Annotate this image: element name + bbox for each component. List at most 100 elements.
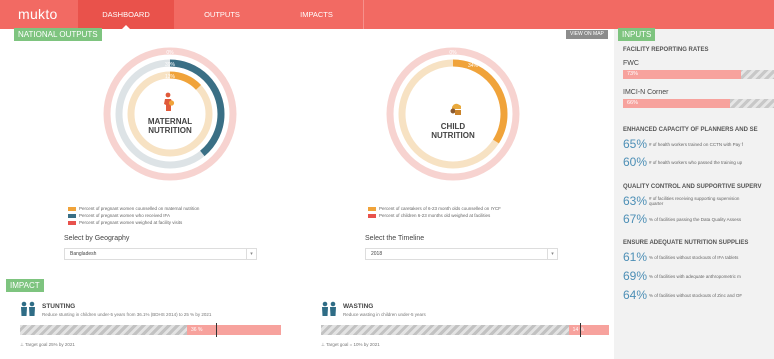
timeline-select-value: 2018 <box>371 251 383 257</box>
children-group-icon <box>322 301 336 316</box>
stunting-description: Reduce stunting in children under-5 year… <box>42 312 212 317</box>
fwc-bar-fill: 73% <box>623 70 742 79</box>
stunting-bar-fill: 36 % <box>187 325 281 335</box>
timeline-select[interactable]: 2018 ▾ <box>365 248 558 260</box>
nav-tab-outputs[interactable]: OUTPUTS <box>174 0 270 29</box>
nav-tab-dashboard-label: DASHBOARD <box>102 10 150 19</box>
legend-label: Percent of pregnant women counselled on … <box>79 206 200 211</box>
maternal-legend-item: Percent of pregnant women weighed at fac… <box>68 220 182 225</box>
geography-select[interactable]: Bangladesh ▾ <box>64 248 257 260</box>
imci-bar-remaining <box>729 99 774 108</box>
quality-metric: 67%% of facilities passing the Data Qual… <box>623 212 741 226</box>
wasting-target-text: Target goal = 10% by 2021 <box>326 342 380 347</box>
wasting-target: ⊥ Target goal = 10% by 2021 <box>321 342 380 347</box>
legend-label: Percent of pregnant women weighed at fac… <box>79 220 183 225</box>
metric-description: % of facilities passing the Data Quality… <box>649 216 742 222</box>
maternal-middle-value: 39% <box>165 62 176 68</box>
metric-percent: 63% <box>623 194 648 208</box>
nav-tab-impacts[interactable]: IMPACTS <box>270 0 363 29</box>
facility-reporting-heading: FACILITY REPORTING RATES <box>623 47 709 53</box>
metric-percent: 67% <box>623 212 648 226</box>
nav-tab-impacts-label: IMPACTS <box>300 10 333 19</box>
maternal-legend-item: Percent of pregnant women who received I… <box>68 213 170 218</box>
wasting-value: 14 % <box>572 327 585 333</box>
legend-swatch-red <box>368 213 376 218</box>
quality-heading: QUALITY CONTROL AND SUPPORTIVE SUPERV <box>623 184 762 190</box>
legend-swatch-orange <box>68 206 76 211</box>
view-on-map-button[interactable]: VIEW ON MAP <box>566 30 608 39</box>
legend-label: Percent of children 6-23 months old weig… <box>379 213 491 218</box>
wasting-bar-fill: 14 % <box>568 325 609 335</box>
metric-percent: 69% <box>623 269 648 283</box>
quality-metric: 63% # of facilities receiving supporting … <box>623 194 739 208</box>
supplies-heading: ENSURE ADEQUATE NUTRITION SUPPLIES <box>623 240 749 246</box>
maternal-nutrition-donut: 0% 39% 13% <box>103 47 237 181</box>
child-outer-value: 0% <box>449 50 457 56</box>
fwc-reporting-bar: 73% <box>623 70 774 79</box>
child-inner-value: 34% <box>468 63 479 69</box>
maternal-outer-value: 0% <box>166 50 174 56</box>
metric-percent: 64% <box>623 288 648 302</box>
capacity-metric: 65% # of health workers trained on CCTN w… <box>623 137 743 151</box>
stunting-value: 36 % <box>191 327 203 333</box>
timeline-select-label: Select the Timeline <box>365 235 425 242</box>
legend-label: Percent of pregnant women who received I… <box>79 213 171 218</box>
metric-description: % of facilities without stockouts of IFA… <box>649 254 739 260</box>
wasting-target-marker <box>580 323 582 337</box>
imci-bar-fill: 66% <box>623 99 730 108</box>
geography-select-label: Select by Geography <box>64 235 130 242</box>
maternal-title-line2: NUTRITION <box>148 126 192 135</box>
stunting-bar-background <box>20 325 188 335</box>
stunting-target-marker <box>215 323 217 337</box>
maternal-legend-item: Percent of pregnant women counselled on … <box>68 206 199 211</box>
nav-tab-dashboard[interactable]: DASHBOARD <box>78 0 174 29</box>
app-logo[interactable]: mukto <box>18 6 58 22</box>
chevron-down-icon[interactable]: ▾ <box>246 249 256 259</box>
supplies-metric: 64%% of facilities without stockouts of … <box>623 288 742 302</box>
legend-label: Percent of caretakers of 6-23 month olds… <box>379 206 501 211</box>
metric-percent: 61% <box>623 250 648 264</box>
supplies-metric: 61%% of facilities without stockouts of … <box>623 250 738 264</box>
pregnant-woman-icon <box>164 92 175 111</box>
fwc-bar-remaining <box>741 70 774 79</box>
wasting-bar-background <box>321 325 569 335</box>
stunting-title: STUNTING <box>42 303 76 310</box>
top-navbar: mukto DASHBOARD OUTPUTS IMPACTS <box>0 0 774 29</box>
child-title-line2: NUTRITION <box>431 131 475 140</box>
wasting-description: Reduce wasting in children under-5 years <box>343 312 426 317</box>
legend-swatch-teal <box>68 213 76 218</box>
wasting-progress-bar: 14 % <box>321 323 609 337</box>
stunting-target: ⊥ Target goal 25% by 2021 <box>20 342 75 347</box>
metric-description: # of health workers who passed the train… <box>649 159 743 165</box>
child-title-line1: CHILD <box>440 122 466 131</box>
nav-tab-outputs-label: OUTPUTS <box>204 10 240 19</box>
child-icon <box>450 103 461 115</box>
chevron-down-icon[interactable]: ▾ <box>547 249 557 259</box>
active-tab-caret <box>122 25 130 29</box>
metric-percent: 60% <box>623 155 648 169</box>
imci-label: IMCI-N Corner <box>623 89 669 96</box>
inputs-tag: INPUTS <box>618 28 656 41</box>
inputs-panel: INPUTS FACILITY REPORTING RATES FWC 73% … <box>614 28 774 359</box>
metric-description: # of health workers trained on CCTN with… <box>649 141 743 147</box>
metric-description: # of facilities receiving supporting sup… <box>649 196 739 206</box>
maternal-ring-outer-track <box>103 47 237 181</box>
fwc-label: FWC <box>623 60 639 67</box>
nav-divider <box>363 0 364 29</box>
wasting-title: WASTING <box>343 303 374 310</box>
national-outputs-tag: NATIONAL OUTPUTS <box>14 28 102 41</box>
metric-description: % of facilities with adequate anthropome… <box>649 273 741 279</box>
metric-description: % of facilities without stockouts of Zin… <box>649 292 743 298</box>
child-legend-item: Percent of children 6-23 months old weig… <box>368 213 490 218</box>
capacity-heading: ENHANCED CAPACITY OF PLANNERS AND SE <box>623 127 758 133</box>
children-group-icon <box>21 301 35 316</box>
child-legend-item: Percent of caretakers of 6-23 month olds… <box>368 206 501 211</box>
legend-swatch-red <box>68 220 76 225</box>
legend-swatch-orange <box>368 206 376 211</box>
stunting-target-text: Target goal 25% by 2021 <box>25 342 75 347</box>
imci-value: 66% <box>627 100 639 106</box>
fwc-value: 73% <box>627 71 639 77</box>
child-nutrition-title: CHILD NUTRITION <box>403 122 503 140</box>
impact-tag: IMPACT <box>6 279 44 292</box>
maternal-nutrition-title: MATERNAL NUTRITION <box>120 117 220 135</box>
